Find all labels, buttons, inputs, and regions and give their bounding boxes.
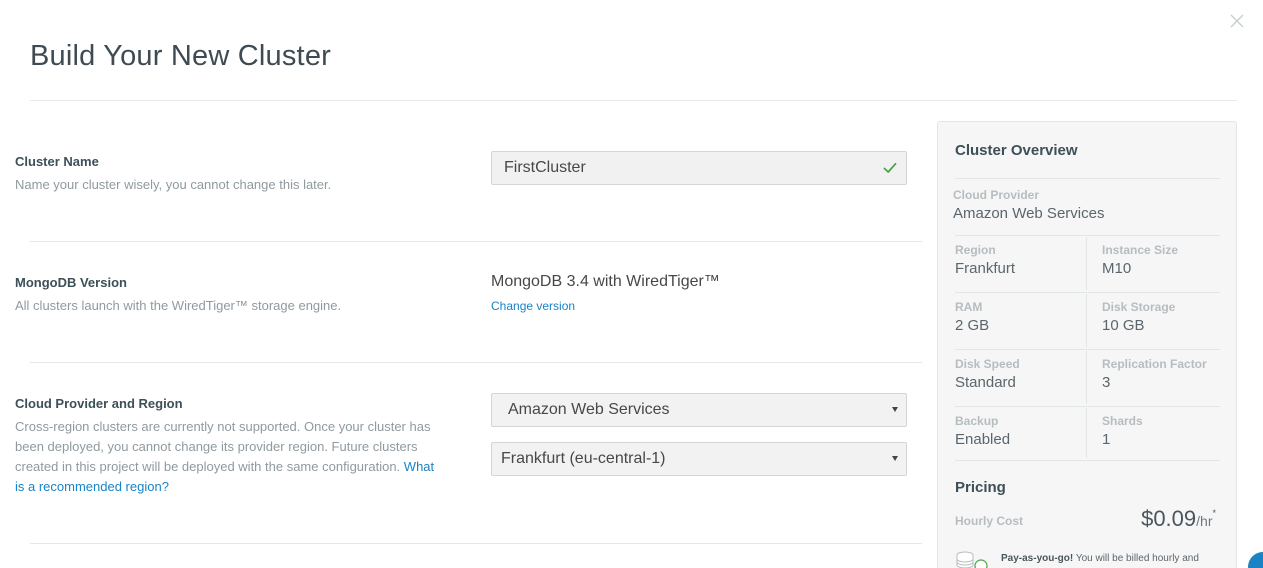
cloud-provider-label: Cloud Provider and Region [15,396,183,411]
cluster-name-description: Name your cluster wisely, you cannot cha… [15,177,332,192]
cloud-provider-overview-label: Cloud Provider [953,188,1040,202]
hourly-cost-label: Hourly Cost [955,514,1024,528]
mongodb-version-label: MongoDB Version [15,275,127,290]
disk-storage-value: 10 GB [1102,317,1145,334]
price-unit: /hr [1196,513,1213,529]
mongodb-version-description: All clusters launch with the WiredTiger™… [15,298,342,313]
cluster-overview-panel: Cluster Overview Cloud Provider Amazon W… [937,121,1237,568]
cluster-name-value: FirstCluster [504,159,586,176]
caret-down-icon [892,456,898,461]
ram-label: RAM [955,300,983,314]
overview-divider [955,460,1220,461]
overview-divider [955,292,1220,293]
provider-selected-value: Amazon Web Services [508,401,670,418]
replication-factor-label: Replication Factor [1102,357,1207,371]
region-overview-label: Region [955,243,996,257]
pricing-title: Pricing [955,479,1006,496]
checkmark-icon [883,162,897,173]
overview-column-divider [1086,351,1087,404]
cluster-overview-title: Cluster Overview [955,142,1078,159]
shards-label: Shards [1102,414,1143,428]
change-version-link[interactable]: Change version [491,299,575,313]
hourly-cost-value: $0.09/hr* [1141,506,1216,532]
instance-size-label: Instance Size [1102,243,1179,257]
disk-speed-label: Disk Speed [955,357,1020,371]
pay-as-you-go-bold: Pay-as-you-go! [1001,553,1074,564]
price-amount: $0.09 [1141,506,1197,531]
modal-title: Build Your New Cluster [30,40,331,72]
replication-factor-value: 3 [1102,374,1111,391]
overview-column-divider [1086,237,1087,290]
section-divider [30,543,922,544]
shards-value: 1 [1102,431,1111,448]
price-footnote: * [1212,508,1216,518]
disk-storage-label: Disk Storage [1102,300,1176,314]
region-overview-value: Frankfurt [955,260,1016,277]
close-icon [1230,14,1244,28]
caret-down-icon [892,407,898,412]
cloud-provider-description-text: Cross-region clusters are currently not … [15,419,431,474]
region-select[interactable]: Frankfurt (eu-central-1) [491,442,907,476]
provider-select[interactable]: Amazon Web Services [491,393,907,427]
overview-column-divider [1086,294,1087,347]
overview-divider [955,235,1220,236]
overview-divider [955,406,1220,407]
backup-value: Enabled [955,431,1011,448]
section-divider [30,362,922,363]
close-button[interactable] [1228,12,1246,30]
pay-as-you-go-note: Pay-as-you-go! You will be billed hourly… [1001,552,1223,566]
mongodb-version-value: MongoDB 3.4 with WiredTiger™ [491,273,720,290]
pay-as-you-go-text: You will be billed hourly and [1073,553,1199,564]
cluster-name-label: Cluster Name [15,154,99,169]
overview-divider [955,349,1220,350]
title-divider [30,100,1237,101]
overview-column-divider [1086,408,1087,458]
coins-icon [956,551,988,568]
instance-size-value: M10 [1102,260,1132,277]
cluster-name-input[interactable]: FirstCluster [491,151,907,185]
region-selected-value: Frankfurt (eu-central-1) [501,450,666,467]
help-chat-button[interactable] [1248,552,1263,568]
overview-divider [955,178,1220,179]
section-divider [30,241,922,242]
cloud-provider-description: Cross-region clusters are currently not … [15,417,435,497]
cloud-provider-overview-value: Amazon Web Services [953,205,1105,222]
backup-label: Backup [955,414,999,428]
disk-speed-value: Standard [955,374,1016,391]
ram-value: 2 GB [955,317,990,334]
